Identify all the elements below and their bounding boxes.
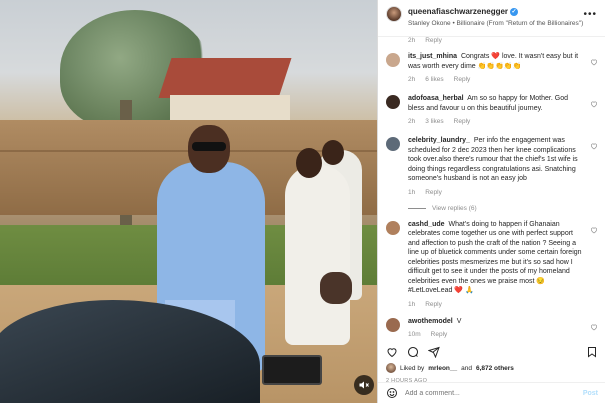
post-header: queenafiaschwarzenegger ✓ Stanley Okone … [378, 0, 605, 37]
commenter-avatar[interactable] [386, 137, 400, 151]
comment-meta: 2h 3 likes Reply [408, 118, 471, 125]
bookmark-icon[interactable] [586, 346, 598, 358]
comment-meta: 1h Reply [408, 300, 442, 308]
house-roof [158, 58, 292, 98]
more-icon[interactable]: ••• [583, 9, 597, 20]
commenter-avatar[interactable] [386, 53, 400, 67]
comment-item: cashd_ude What's doing to happen if Ghan… [386, 220, 598, 308]
comment-meta: 1h Reply [408, 188, 442, 196]
comment-input[interactable] [405, 389, 555, 397]
volume-button[interactable] [354, 375, 374, 395]
comment-text: celebrity_laundry_ Per info the engageme… [408, 137, 578, 182]
commenter-username[interactable]: its_just_mhina [408, 53, 457, 60]
commenter-avatar[interactable] [386, 317, 400, 332]
woman-white-dress [285, 165, 350, 345]
heart-icon[interactable] [590, 323, 598, 331]
comment-meta: 10m Reply [408, 331, 448, 338]
woman-head-back [322, 140, 344, 165]
post-actions: Liked by mrleon__ and 6,872 others 2 HOU… [378, 344, 605, 384]
audio-attribution[interactable]: Stanley Okone • Billionaire (From "Retur… [408, 18, 583, 29]
post-video[interactable] [0, 0, 377, 403]
liker-username[interactable]: mrleon__ [428, 365, 457, 372]
heart-icon[interactable] [590, 226, 598, 234]
likes-summary[interactable]: Liked by mrleon__ and 6,872 others [386, 363, 598, 373]
heart-icon[interactable] [590, 100, 598, 108]
previous-comment-meta: 2h Reply [408, 37, 442, 44]
comment-meta: 2h 6 likes Reply [408, 76, 471, 83]
emoji-icon[interactable] [386, 387, 398, 399]
author-avatar[interactable] [386, 6, 402, 22]
comment-text: awothemodel V [408, 317, 462, 325]
commenter-avatar[interactable] [386, 95, 400, 109]
likes-others[interactable]: 6,872 others [476, 365, 514, 372]
car-roof-box [262, 355, 322, 385]
commenter-username[interactable]: awothemodel [408, 318, 453, 325]
commenter-username[interactable]: celebrity_laundry_ [408, 137, 470, 144]
commenter-username[interactable]: cashd_ude [408, 221, 445, 228]
woman-head [296, 148, 322, 178]
comments-list[interactable]: 2h Reply its_just_mhina Congrats ❤️ love… [378, 37, 605, 344]
post-comment-button[interactable]: Post [583, 390, 598, 397]
liker-avatar [386, 363, 396, 373]
author-username[interactable]: queenafiaschwarzenegger [408, 6, 508, 17]
handbag [320, 272, 352, 304]
share-icon[interactable] [428, 346, 440, 358]
comment-icon[interactable] [407, 346, 419, 358]
heart-icon[interactable] [590, 142, 598, 150]
sunglasses [192, 142, 226, 151]
comment-item: awothemodel V 10m Reply [386, 317, 598, 338]
post-side-panel: queenafiaschwarzenegger ✓ Stanley Okone … [377, 0, 605, 403]
add-comment-bar: Post [378, 382, 605, 403]
verified-badge-icon: ✓ [510, 7, 519, 16]
comment-text: cashd_ude What's doing to happen if Ghan… [408, 220, 582, 295]
comment-item: its_just_mhina Congrats ❤️ love. It wasn… [386, 52, 598, 83]
comment-item: celebrity_laundry_ Per info the engageme… [386, 136, 598, 212]
commenter-username[interactable]: adofoasa_herbal [408, 95, 464, 102]
heart-icon[interactable] [590, 58, 598, 66]
comment-text: its_just_mhina Congrats ❤️ love. It wasn… [408, 53, 579, 70]
heart-icon[interactable] [386, 346, 398, 358]
commenter-avatar[interactable] [386, 220, 400, 235]
replies-divider [408, 207, 426, 209]
view-replies-button[interactable]: View replies (6) [408, 205, 584, 212]
comment-text: adofoasa_herbal Am so so happy for Mothe… [408, 95, 568, 112]
volume-muted-icon [359, 381, 369, 389]
comment-item: adofoasa_herbal Am so so happy for Mothe… [386, 94, 598, 125]
